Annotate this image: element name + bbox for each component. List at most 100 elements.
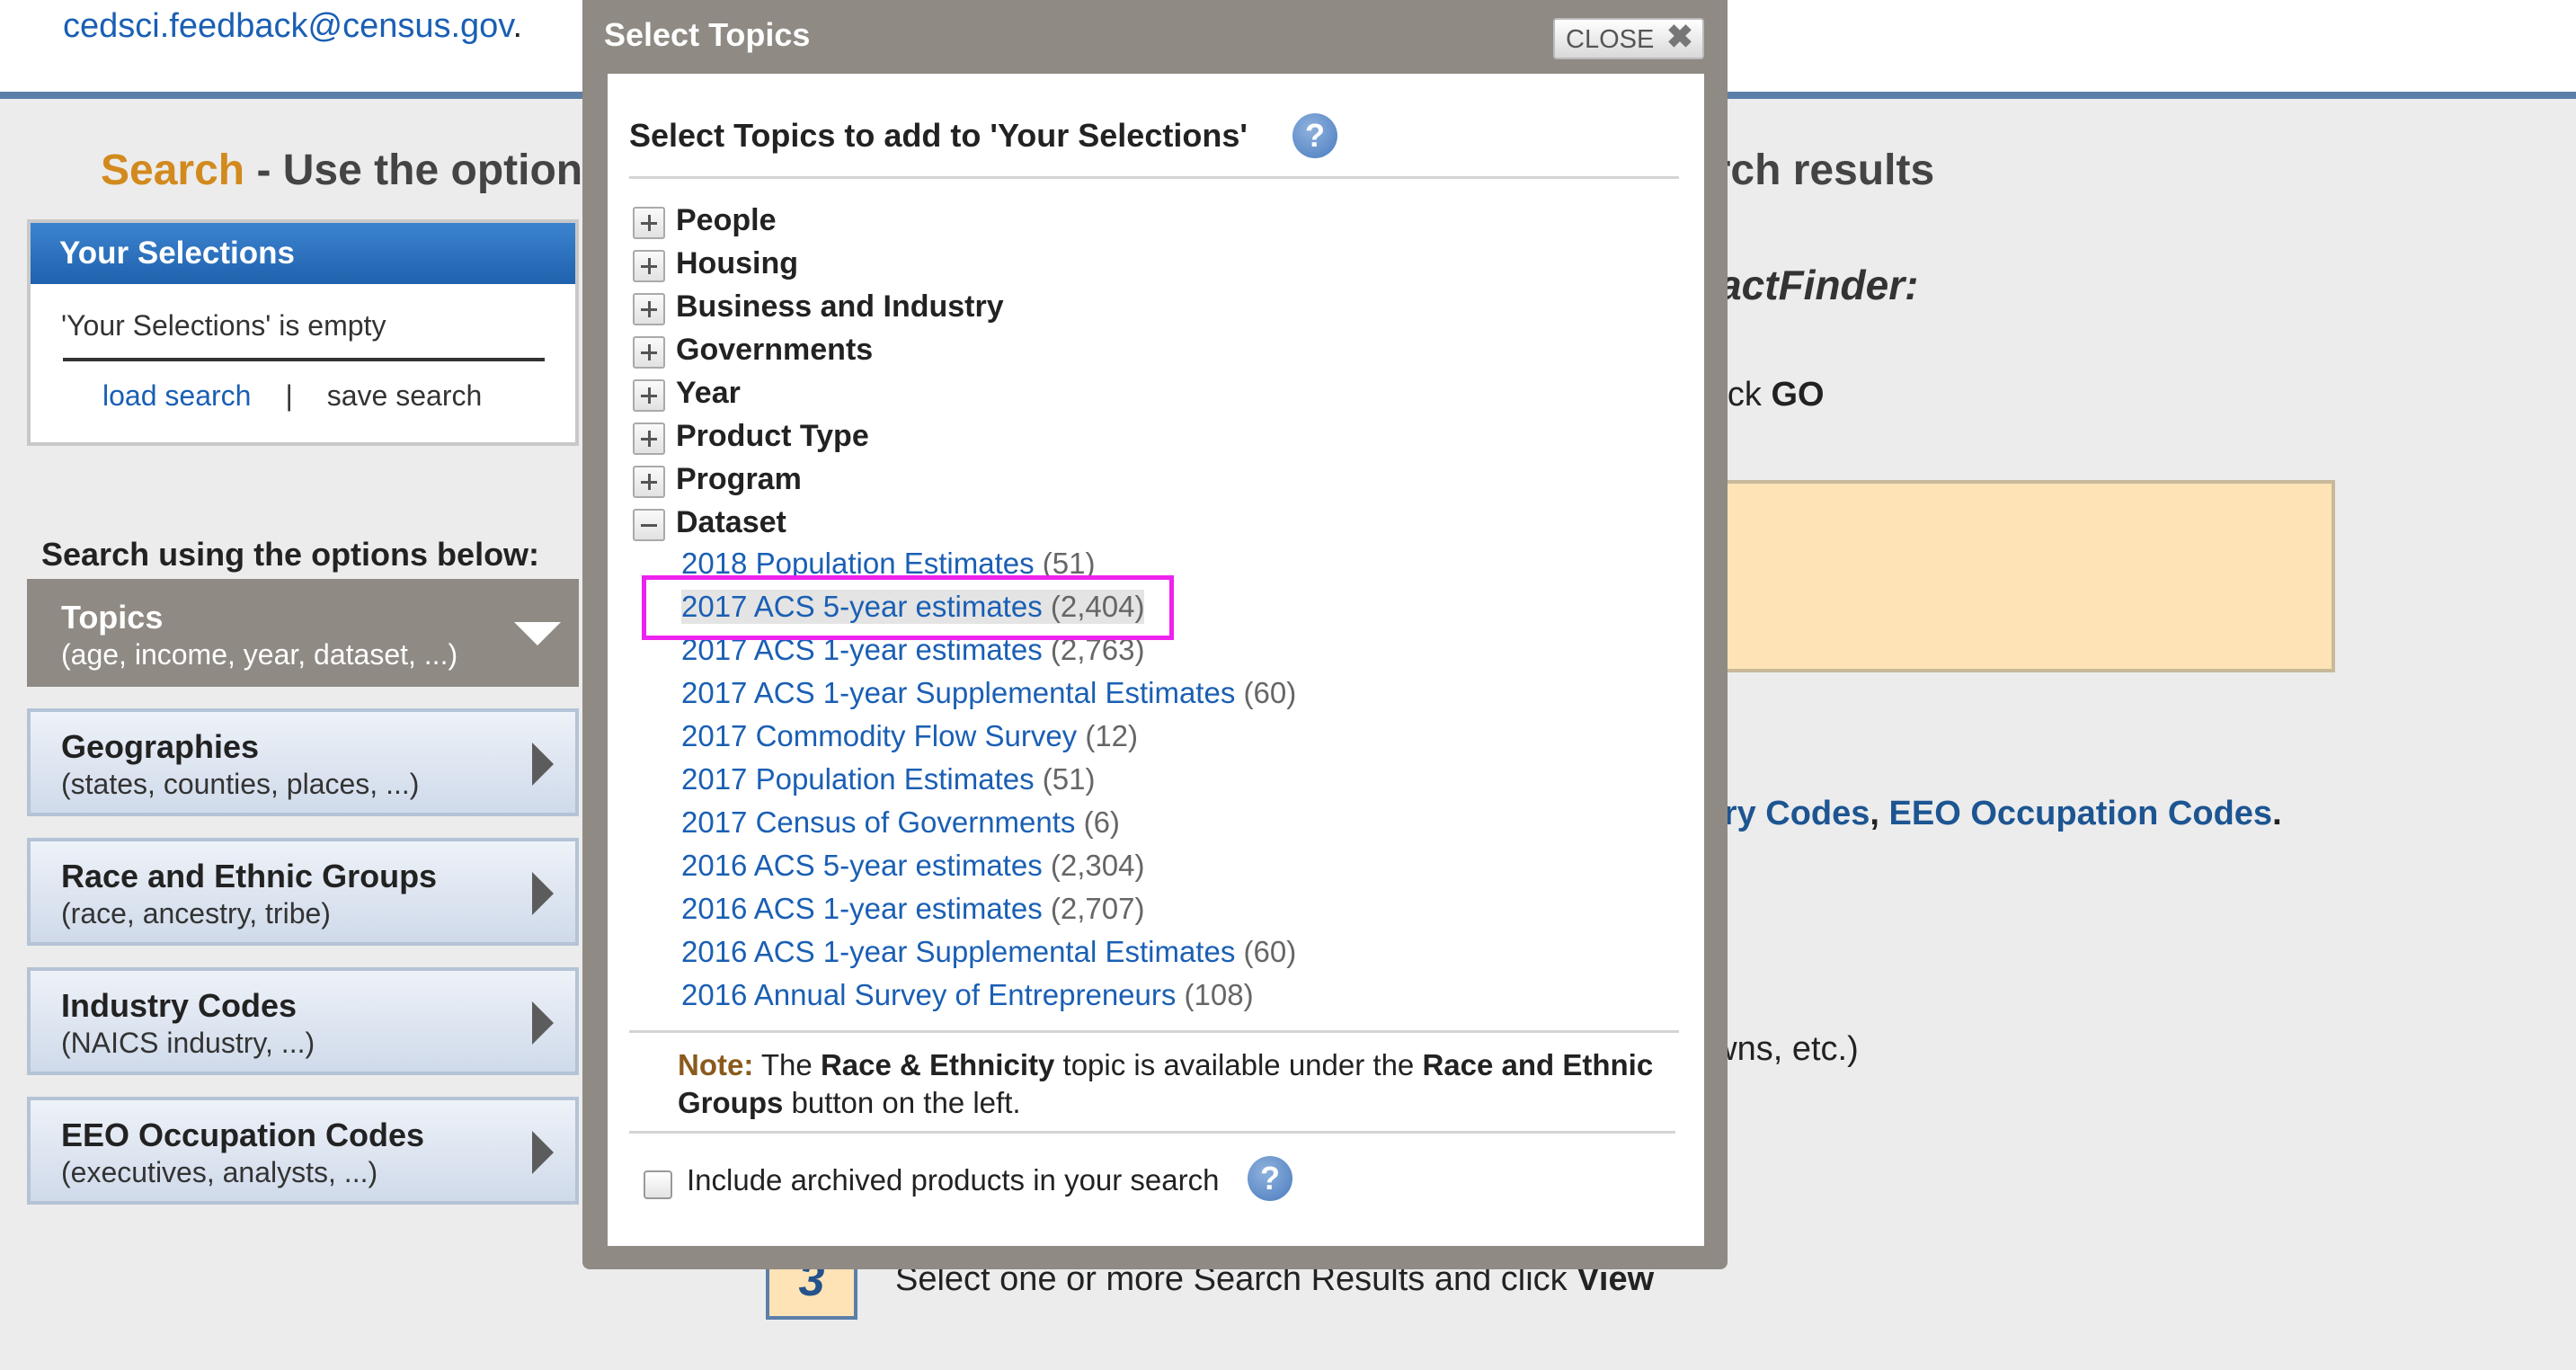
nav-industry-codes-button[interactable]: Industry Codes (NAICS industry, ...) [27,967,579,1075]
selection-highlight-box [642,575,1174,640]
note-text-1: The [753,1048,821,1081]
your-selections-empty-text: 'Your Selections' is empty [61,309,386,342]
dataset-item[interactable]: 2017 ACS 1-year Supplemental Estimates (… [681,676,1296,710]
collapse-minus-icon[interactable] [633,509,665,541]
page-title-accent: Search [101,147,245,194]
close-icon: ✖ [1666,18,1693,55]
topic-dataset-label[interactable]: Dataset [676,505,786,540]
save-search-link[interactable]: save search [327,379,483,412]
dataset-link[interactable]: 2017 Commodity Flow Survey [681,719,1077,752]
nav-eeo-codes-button[interactable]: EEO Occupation Codes (executives, analys… [27,1097,579,1205]
dataset-link[interactable]: 2016 ACS 5-year estimates [681,849,1043,882]
chevron-right-icon [532,872,554,915]
dataset-link[interactable]: 2017 ACS 1-year Supplemental Estimates [681,676,1235,709]
dataset-item[interactable]: 2016 ACS 1-year estimates (2,707) [681,892,1144,926]
dataset-count: (51) [1042,762,1096,796]
codes-period: . [2272,795,2282,832]
nav-topics-title: Topics [61,599,164,636]
help-icon[interactable]: ? [1248,1156,1292,1201]
codes-links-line: stry Codes, EEO Occupation Codes. [1693,795,2282,833]
page-title: Search - Use the options [101,146,607,195]
search-results-panel [1717,480,2335,672]
topic-business-industry-label[interactable]: Business and Industry [676,289,1004,325]
feedback-email-link[interactable]: cedsci.feedback@census.gov [63,7,512,45]
note-divider [629,1131,1675,1134]
expand-plus-icon[interactable] [633,207,665,239]
expand-plus-icon[interactable] [633,336,665,369]
include-archived-label[interactable]: Include archived products in your search [687,1163,1220,1197]
chevron-right-icon [532,743,554,786]
dataset-count: (108) [1184,978,1254,1011]
topic-people-label[interactable]: People [676,203,776,238]
expand-plus-icon[interactable] [633,466,665,498]
dataset-item[interactable]: 2016 ACS 1-year Supplemental Estimates (… [681,935,1296,969]
eeo-codes-link[interactable]: EEO Occupation Codes [1889,795,2273,832]
topic-year-label[interactable]: Year [676,376,741,411]
help-icon[interactable]: ? [1292,113,1337,158]
nav-industry-codes-title: Industry Codes [61,987,298,1024]
nav-topics-button[interactable]: Topics (age, income, year, dataset, ...) [27,579,579,687]
nav-geographies-button[interactable]: Geographies (states, counties, places, .… [27,708,579,816]
dataset-link[interactable]: 2016 Annual Survey of Entrepreneurs [681,978,1176,1011]
nav-geographies-title: Geographies [61,728,260,765]
dataset-count: (12) [1085,719,1139,752]
heading-divider [629,176,1679,179]
dataset-item[interactable]: 2017 Census of Governments (6) [681,805,1120,840]
note-label: Note: [678,1048,754,1081]
your-selections-actions: load search | save search [102,379,482,413]
list-divider [629,1030,1679,1033]
your-selections-title: Your Selections [31,223,575,284]
feedback-line: cedsci.feedback@census.gov. [63,7,522,46]
topic-product-type-label[interactable]: Product Type [676,419,869,454]
dataset-link[interactable]: 2016 ACS 1-year Supplemental Estimates [681,935,1235,968]
dataset-link[interactable]: 2017 Population Estimates [681,762,1035,796]
nav-eeo-codes-title: EEO Occupation Codes [61,1116,425,1153]
chevron-down-icon [514,622,561,645]
dataset-link[interactable]: 2016 ACS 1-year estimates [681,892,1043,925]
close-button[interactable]: CLOSE ✖ [1553,18,1704,59]
note-bold-1: Race & Ethnicity [820,1048,1055,1081]
nav-race-ethnic-button[interactable]: Race and Ethnic Groups (race, ancestry, … [27,838,579,946]
your-selections-panel: Your Selections 'Your Selections' is emp… [27,219,579,446]
topic-governments-label[interactable]: Governments [676,333,873,368]
dataset-item[interactable]: 2017 Population Estimates (51) [681,762,1095,796]
nav-race-ethnic-subtitle: (race, ancestry, tribe) [61,897,331,930]
codes-comma: , [1870,795,1889,832]
load-search-link[interactable]: load search [102,379,251,412]
dataset-count: (60) [1243,935,1297,968]
note-text-2: topic is available under the [1054,1048,1423,1081]
click-go-bold: GO [1771,376,1825,414]
note-text-3: button on the left. [783,1086,1021,1119]
expand-plus-icon[interactable] [633,423,665,455]
topic-housing-label[interactable]: Housing [676,246,798,281]
dataset-link[interactable]: 2017 Census of Governments [681,805,1075,839]
close-label: CLOSE [1566,25,1655,54]
feedback-period: . [512,7,523,45]
modal-title: Select Topics [604,16,811,53]
nav-topics-subtitle: (age, income, year, dataset, ...) [61,638,458,671]
nav-geographies-subtitle: (states, counties, places, ...) [61,768,420,800]
expand-plus-icon[interactable] [633,250,665,282]
actions-separator: | [285,379,293,412]
chevron-right-icon [532,1131,554,1174]
dataset-item[interactable]: 2016 Annual Survey of Entrepreneurs (108… [681,978,1254,1012]
expand-plus-icon[interactable] [633,379,665,412]
dataset-count: (60) [1243,676,1297,709]
nav-eeo-codes-subtitle: (executives, analysts, ...) [61,1156,378,1188]
chevron-right-icon [532,1001,554,1045]
search-options-label: Search using the options below: [41,536,540,573]
page-title-rest: - Use the options [244,147,607,194]
nav-race-ethnic-title: Race and Ethnic Groups [61,858,438,894]
dataset-count: (6) [1083,805,1120,839]
nav-industry-codes-subtitle: (NAICS industry, ...) [61,1027,315,1059]
modal-heading: Select Topics to add to 'Your Selections… [629,117,1248,154]
dataset-item[interactable]: 2016 ACS 5-year estimates (2,304) [681,849,1144,883]
dataset-item[interactable]: 2017 Commodity Flow Survey (12) [681,719,1138,753]
race-ethnicity-note: Note: The Race & Ethnicity topic is avai… [678,1046,1657,1122]
topic-program-label[interactable]: Program [676,462,802,497]
dataset-count: (2,707) [1050,892,1145,925]
your-selections-divider [63,358,545,361]
dataset-count: (2,304) [1050,849,1145,882]
include-archived-checkbox[interactable] [644,1170,672,1199]
expand-plus-icon[interactable] [633,293,665,325]
